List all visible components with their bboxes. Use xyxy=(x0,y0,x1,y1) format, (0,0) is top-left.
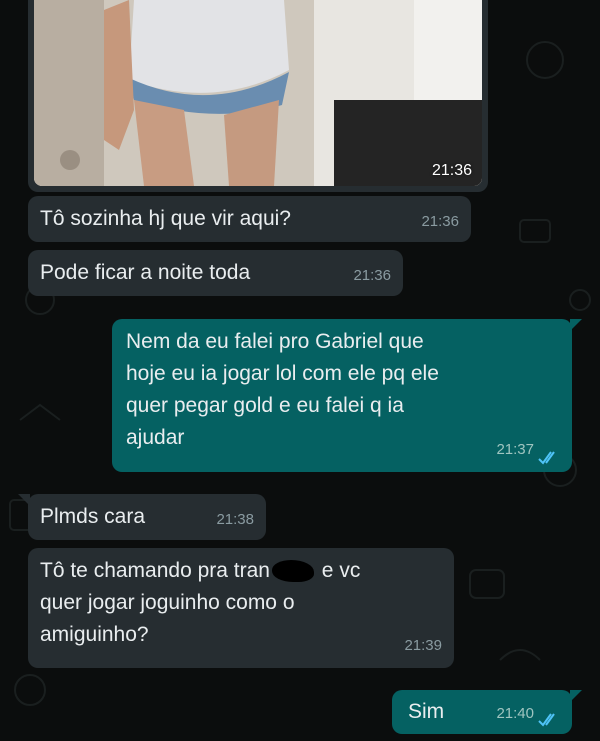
message-time: 21:39 xyxy=(404,637,442,654)
message-text: Tô te chamando pra tran e vc quer jogar … xyxy=(40,559,360,646)
photo[interactable]: 21:36 xyxy=(34,0,482,186)
incoming-message[interactable]: Tô te chamando pra tran e vc quer jogar … xyxy=(28,548,454,668)
message-time: 21:37 xyxy=(496,441,534,458)
message-text: Plmds cara xyxy=(40,505,146,528)
message-text: Sim xyxy=(408,700,445,723)
read-ticks-icon xyxy=(538,451,555,465)
message-time: 21:40 xyxy=(496,705,534,722)
bubble-tail xyxy=(570,690,582,702)
message-time: 21:36 xyxy=(421,213,459,230)
outgoing-message[interactable]: Nem da eu falei pro Gabriel que hoje eu … xyxy=(112,319,582,472)
message-time: 21:38 xyxy=(216,511,254,528)
message-time: 21:36 xyxy=(431,162,472,179)
photo-message[interactable]: 21:36 xyxy=(28,0,488,192)
message-text-start: Tô te chamando pra tran xyxy=(40,559,270,582)
read-ticks-icon xyxy=(538,713,555,727)
message-text: Nem da eu falei pro Gabriel que hoje eu … xyxy=(126,330,439,449)
incoming-message[interactable]: Pode ficar a noite toda 21:36 xyxy=(28,250,403,296)
message-text: Tô sozinha hj que vir aqui? xyxy=(40,207,291,230)
message-text: Pode ficar a noite toda xyxy=(40,261,251,284)
outgoing-message[interactable]: Sim 21:40 xyxy=(392,690,582,734)
redaction-scribble xyxy=(271,560,314,583)
incoming-message[interactable]: Plmds cara 21:38 xyxy=(18,494,266,540)
message-time: 21:36 xyxy=(353,267,391,284)
bubble-tail xyxy=(18,494,30,506)
photo-image xyxy=(34,0,482,186)
bubble-tail xyxy=(570,319,582,331)
incoming-message[interactable]: Tô sozinha hj que vir aqui? 21:36 xyxy=(28,196,471,242)
